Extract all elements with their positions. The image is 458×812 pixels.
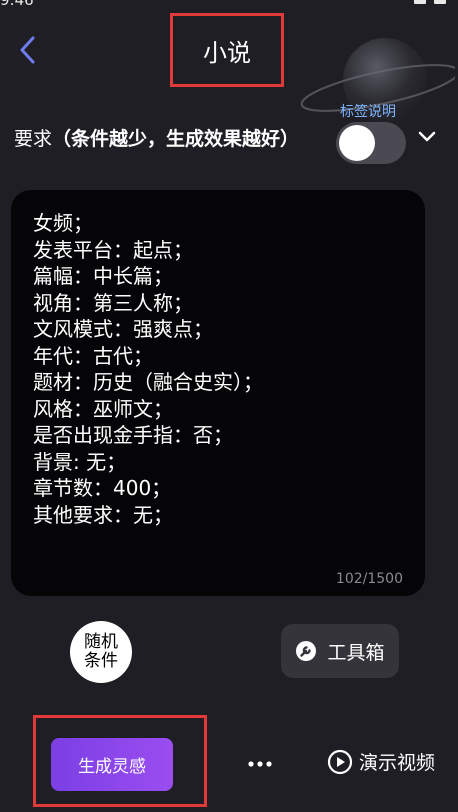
requirement-textarea[interactable]: 女频； 发表平台：起点； 篇幅：中长篇； 视角：第三人称； 文风模式：强爽点； …	[11, 190, 425, 596]
demo-video-label: 演示视频	[359, 752, 436, 774]
requirement-prefix: 要求	[14, 128, 53, 150]
requirement-text: 女频； 发表平台：起点； 篇幅：中长篇； 视角：第三人称； 文风模式：强爽点； …	[33, 211, 263, 527]
generate-inspiration-button[interactable]: 生成灵感	[51, 738, 173, 791]
requirement-toggle[interactable]	[336, 122, 406, 164]
tag-explain-link[interactable]: 标签说明	[340, 101, 396, 121]
toolbox-label: 工具箱	[327, 641, 385, 664]
battery-icon	[434, 0, 446, 4]
requirement-hint: （条件越少，生成效果越好）	[52, 128, 300, 150]
demo-video-button[interactable]: 演示视频	[327, 748, 435, 775]
chevron-down-icon	[418, 131, 436, 142]
toolbox-button[interactable]: 工具箱	[281, 624, 399, 678]
requirement-label: 要求（条件越少，生成效果越好）	[14, 124, 299, 151]
title-highlight: 小说	[170, 13, 284, 87]
page-title: 小说	[203, 38, 251, 67]
random-label-line1: 随机	[84, 632, 118, 652]
expand-button[interactable]	[414, 124, 440, 150]
play-circle-icon	[327, 749, 353, 774]
more-dots-icon	[248, 761, 272, 767]
more-button[interactable]	[243, 748, 277, 780]
status-icons	[414, 0, 446, 4]
chevron-left-icon	[20, 36, 35, 64]
signal-icon	[414, 0, 426, 4]
random-label-line2: 条件	[84, 651, 118, 671]
char-counter: 102/1500	[335, 571, 403, 587]
back-button[interactable]	[14, 34, 42, 66]
random-conditions-button[interactable]: 随机 条件	[70, 621, 132, 683]
status-time: 9:46	[0, 0, 34, 9]
wrench-icon	[296, 641, 317, 661]
toggle-knob	[339, 125, 375, 161]
